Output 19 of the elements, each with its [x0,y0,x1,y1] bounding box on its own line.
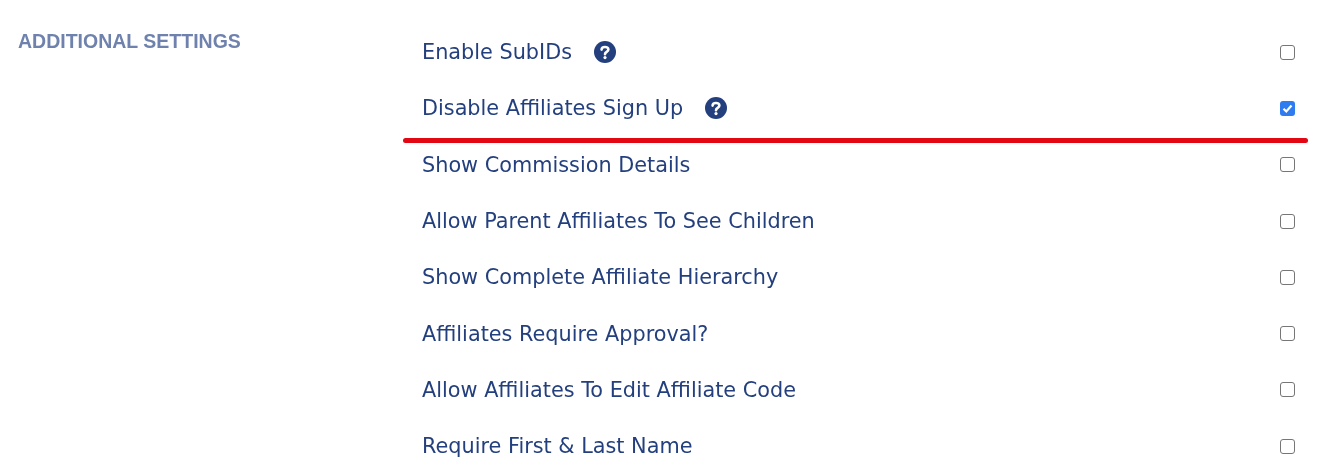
checkbox[interactable] [1280,157,1295,173]
checkbox[interactable] [1280,269,1295,285]
setting-label: Show Commission Details [422,152,691,177]
checkbox[interactable] [1280,382,1295,398]
checkbox[interactable] [1280,213,1295,229]
checkbox[interactable] [1280,438,1295,454]
help-icon[interactable] [705,97,728,120]
setting-label: Affiliates Require Approval? [422,321,709,346]
setting-label: Enable SubIDs [422,40,573,65]
section-title: ADDITIONAL SETTINGS [17,29,241,53]
help-icon[interactable] [594,41,617,64]
setting-label: Disable Affiliates Sign Up [422,96,684,121]
checkbox[interactable] [1280,326,1295,342]
setting-label: Allow Parent Affiliates To See Children [422,209,815,234]
setting-label: Allow Affiliates To Edit Affiliate Code [422,377,796,402]
checkbox[interactable] [1280,44,1295,60]
setting-label: Show Complete Affiliate Hierarchy [422,265,779,290]
setting-label: Require First & Last Name [422,434,693,459]
checkbox[interactable] [1280,100,1295,116]
